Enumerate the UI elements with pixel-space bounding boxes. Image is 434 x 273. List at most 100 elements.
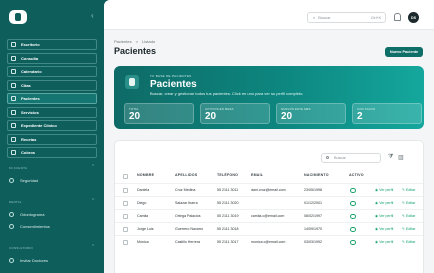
sidebar-item-label: Invitar Doctores <box>20 258 49 263</box>
chevron-up-icon[interactable]: ⌃ <box>91 198 95 204</box>
chevron-up-icon[interactable]: ⌃ <box>91 244 95 250</box>
table-row[interactable]: Diego Salazar Ibarra 55 2111 3020 01/12/… <box>115 196 423 209</box>
stat-label: CON SALDO <box>357 106 376 111</box>
view-profile-link[interactable]: ◉ Ver perfil <box>375 201 393 205</box>
cell-nacimiento: 14/09/1970 <box>304 227 322 231</box>
stat-value: 20 <box>281 111 293 122</box>
cell-nombre: Mónica <box>137 240 149 244</box>
edit-link[interactable]: ✎ Editar <box>402 188 415 192</box>
banner-subtitle: Buscar, crear y gestionar todos tus paci… <box>150 91 304 96</box>
active-check-icon <box>350 200 356 206</box>
cell-apellidos: Cruz Medina <box>175 188 196 192</box>
sidebar-item-escritorio[interactable]: Escritorio <box>7 39 97 50</box>
edit-label: Editar <box>406 214 416 218</box>
sidebar-item-label: Seguridad <box>20 178 39 183</box>
sidebar-item-servicios[interactable]: Servicios <box>7 106 97 118</box>
sidebar-item-label: Citas <box>21 82 31 88</box>
sidebar: ‹ Escritorio Consulta Calendario Citas P… <box>0 0 104 273</box>
sidebar-item-recetas[interactable]: Recetas <box>7 133 97 145</box>
document-icon <box>9 224 14 229</box>
row-checkbox[interactable] <box>123 201 128 206</box>
sidebar-item-pacientes[interactable]: Pacientes <box>7 93 97 104</box>
users-icon <box>11 96 16 101</box>
row-checkbox[interactable] <box>123 227 128 232</box>
column-header[interactable]: TELÉFONO <box>217 173 238 177</box>
collapse-sidebar-icon[interactable]: ‹ <box>91 11 94 20</box>
view-profile-link[interactable]: ◉ Ver perfil <box>375 240 393 244</box>
columns-icon[interactable]: ▥ <box>398 154 404 161</box>
sidebar-item-invitar-doctores[interactable]: Invitar Doctores <box>9 258 48 263</box>
sidebar-item-cobros[interactable]: Cobros <box>7 147 97 158</box>
stat-value: 2 <box>357 111 363 122</box>
sidebar-item-label: Recetas <box>21 136 37 142</box>
view-profile-link[interactable]: ◉ Ver perfil <box>375 188 393 192</box>
view-label: Ver perfil <box>379 214 394 218</box>
column-header[interactable]: ACTIVO <box>349 173 364 177</box>
cell-telefono: 55 2111 3019 <box>217 214 239 218</box>
row-checkbox[interactable] <box>123 240 128 245</box>
folder-icon <box>11 123 16 128</box>
cell-telefono: 55 2111 3020 <box>217 201 239 205</box>
view-label: Ver perfil <box>379 240 394 244</box>
sidebar-item-expediente[interactable]: Expediente Clínico <box>7 120 97 131</box>
row-checkbox[interactable] <box>123 188 128 193</box>
edit-label: Editar <box>406 227 416 231</box>
column-header[interactable]: APELLIDOS <box>175 173 197 177</box>
table-row[interactable]: Daniela Cruz Medina 55 2111 3011 dani.cr… <box>115 183 423 196</box>
stat-total: TOTAL 20 <box>124 103 194 124</box>
stat-con-saldo: CON SALDO 2 <box>352 103 422 124</box>
filter-icon[interactable]: ⧩ <box>388 154 393 161</box>
cell-email: camila.o@email.com <box>251 214 285 218</box>
user-plus-icon <box>9 258 14 263</box>
cell-nacimiento: 23/05/1998 <box>304 188 322 192</box>
edit-link[interactable]: ✎ Editar <box>402 214 415 218</box>
cell-apellidos: Castillo Herrera <box>175 240 200 244</box>
home-icon <box>11 42 16 47</box>
sidebar-item-consulta[interactable]: Consulta <box>7 52 97 64</box>
sidebar-item-seguridad[interactable]: Seguridad <box>9 178 38 183</box>
page-title: Pacientes <box>114 46 157 56</box>
cell-nombre: Jorge Luis <box>137 227 154 231</box>
app-logo[interactable] <box>9 10 27 24</box>
new-patient-button[interactable]: Nuevo Paciente <box>385 47 423 57</box>
table-search-input[interactable]: Buscar <box>321 153 381 163</box>
table-row[interactable]: Jorge Luis Guerrero Navarro 55 2111 3018… <box>115 222 423 235</box>
sidebar-item-label: Consulta <box>21 55 39 61</box>
edit-link[interactable]: ✎ Editar <box>402 201 415 205</box>
row-checkbox[interactable] <box>123 214 128 219</box>
cell-email: monica.c@email.com <box>251 240 286 244</box>
global-search-input[interactable]: ⌕ Buscar Ctrl+K <box>307 12 386 23</box>
column-header[interactable]: EMAIL <box>251 173 263 177</box>
stat-label: TOTAL <box>129 106 139 111</box>
sidebar-item-calendario[interactable]: Calendario <box>7 66 97 77</box>
sidebar-item-consentimientos[interactable]: Consentimientos <box>9 224 50 229</box>
edit-link[interactable]: ✎ Editar <box>402 240 415 244</box>
breadcrumb-separator: > <box>135 39 139 44</box>
edit-label: Editar <box>406 201 416 205</box>
select-all-checkbox[interactable] <box>123 174 128 179</box>
breadcrumb-current: Listado <box>142 39 156 44</box>
view-profile-link[interactable]: ◉ Ver perfil <box>375 214 393 218</box>
patient-icon <box>125 75 139 89</box>
sidebar-item-label: Odontograma <box>20 212 45 217</box>
sidebar-item-label: Expediente Clínico <box>21 123 57 128</box>
sidebar-item-label: Calendario <box>21 69 42 74</box>
sidebar-item-citas[interactable]: Citas <box>7 79 97 91</box>
edit-link[interactable]: ✎ Editar <box>402 227 415 231</box>
active-check-icon <box>350 213 356 219</box>
table-row[interactable]: Mónica Castillo Herrera 55 2111 3017 mon… <box>115 235 423 248</box>
search-placeholder: Buscar <box>318 15 331 20</box>
column-header[interactable]: NOMBRE <box>137 173 154 177</box>
chevron-up-icon[interactable]: ⌃ <box>91 164 95 170</box>
view-profile-link[interactable]: ◉ Ver perfil <box>375 227 393 231</box>
column-header[interactable]: NACIMIENTO <box>304 173 329 177</box>
main-content: ⌕ Buscar Ctrl+K DS Pacientes > Listado P… <box>104 0 434 273</box>
breadcrumb-root[interactable]: Pacientes <box>114 39 132 44</box>
table-row[interactable]: Camila Ortega Palacios 55 2111 3019 cami… <box>115 209 423 222</box>
avatar[interactable]: DS <box>408 12 419 23</box>
active-check-icon <box>350 187 356 193</box>
active-check-icon <box>350 226 356 232</box>
bell-icon[interactable] <box>394 13 401 21</box>
cell-telefono: 55 2111 3017 <box>217 240 239 244</box>
sidebar-item-odontograma[interactable]: Odontograma <box>9 212 44 217</box>
